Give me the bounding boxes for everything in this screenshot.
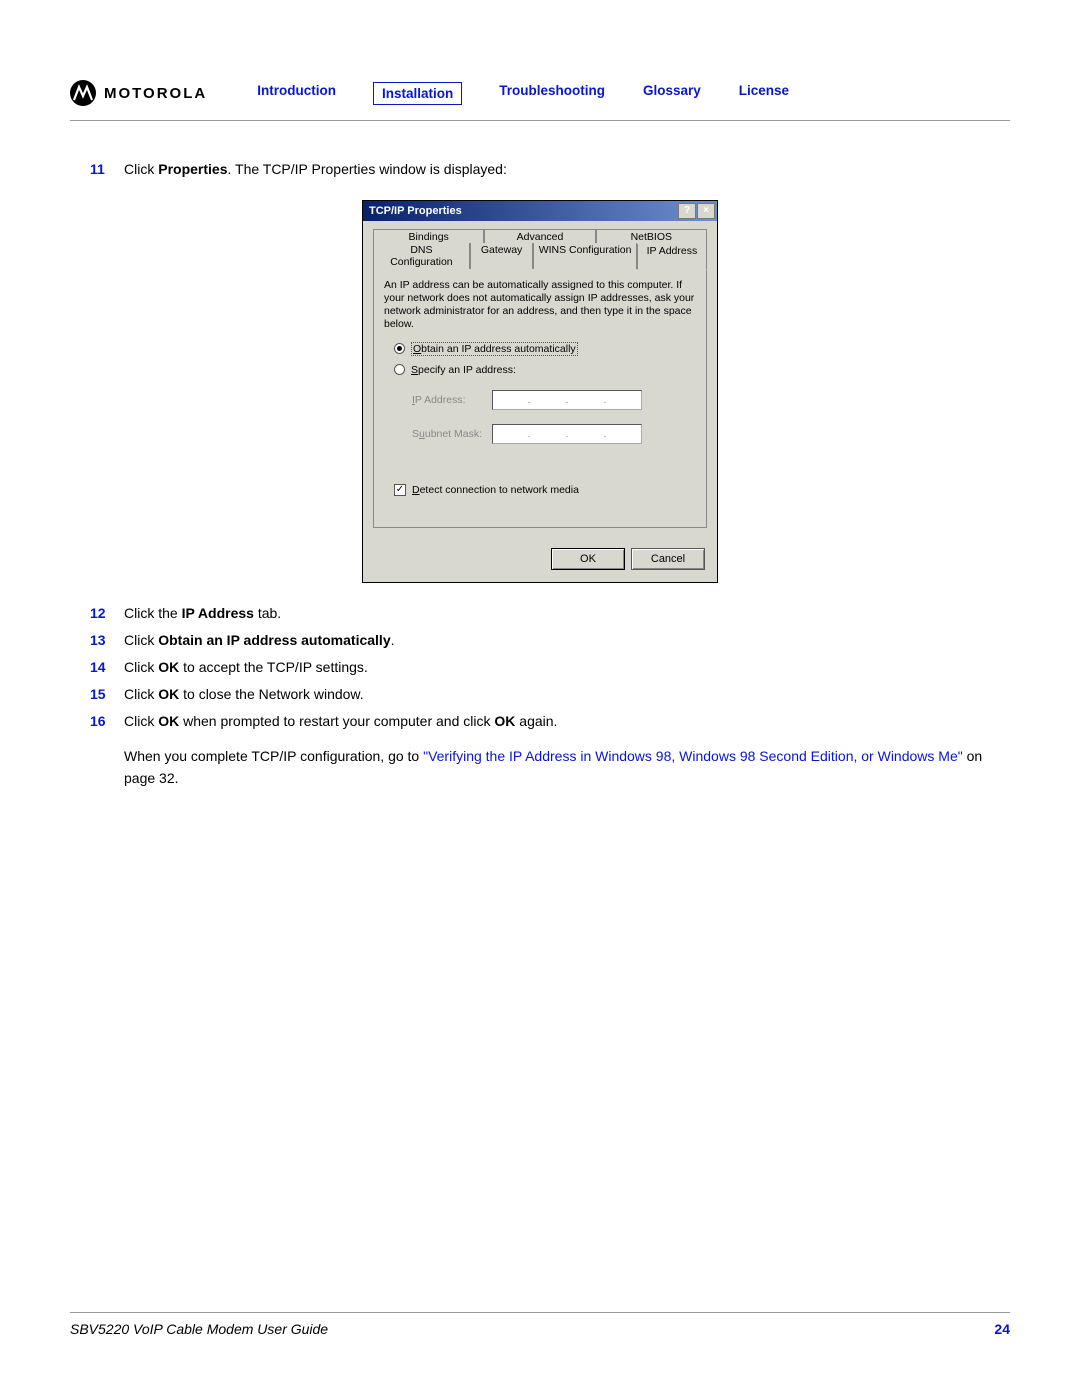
dialog-description: An IP address can be automatically assig… bbox=[384, 279, 696, 332]
accel: S bbox=[411, 364, 418, 376]
t: Click bbox=[124, 659, 158, 675]
text: Click bbox=[124, 161, 158, 177]
tb: Obtain an IP address automatically bbox=[158, 632, 390, 648]
step-text: Click Obtain an IP address automatically… bbox=[124, 630, 990, 651]
tabs-row-1: Bindings Advanced NetBIOS bbox=[373, 229, 707, 244]
text-bold: Properties bbox=[158, 161, 227, 177]
dialog-title-text: TCP/IP Properties bbox=[369, 205, 462, 217]
step-14: 14 Click OK to accept the TCP/IP setting… bbox=[90, 657, 990, 678]
brand-text: MOTOROLA bbox=[104, 85, 207, 102]
label: pecify an IP address: bbox=[418, 364, 516, 376]
cancel-button[interactable]: Cancel bbox=[631, 548, 705, 570]
label: btain an IP address automatically bbox=[421, 343, 575, 355]
step-text: Click OK when prompted to restart your c… bbox=[124, 711, 990, 732]
tab-dns[interactable]: DNS Configuration bbox=[373, 243, 470, 269]
nav-troubleshooting[interactable]: Troubleshooting bbox=[499, 83, 605, 104]
ip-address-input[interactable]: ... bbox=[492, 390, 642, 410]
radio-icon[interactable] bbox=[394, 343, 405, 354]
tab-bindings[interactable]: Bindings bbox=[373, 229, 484, 244]
page-number: 24 bbox=[994, 1321, 1010, 1337]
step-13: 13 Click Obtain an IP address automatica… bbox=[90, 630, 990, 651]
label: P Address: bbox=[415, 394, 466, 406]
t: to close the Network window. bbox=[179, 686, 363, 702]
t: tab. bbox=[254, 605, 281, 621]
tb: OK bbox=[494, 713, 515, 729]
t: . bbox=[391, 632, 395, 648]
verify-ip-link[interactable]: "Verifying the IP Address in Windows 98,… bbox=[423, 748, 963, 764]
closing-paragraph: When you complete TCP/IP configuration, … bbox=[124, 746, 990, 789]
screenshot-tcpip-dialog: TCP/IP Properties ? × Bindings Advanced … bbox=[90, 200, 990, 583]
tb: OK bbox=[158, 713, 179, 729]
step-number: 14 bbox=[90, 657, 124, 678]
step-16: 16 Click OK when prompted to restart you… bbox=[90, 711, 990, 732]
dialog-button-row: OK Cancel bbox=[363, 538, 717, 582]
detect-media-checkbox-row[interactable]: ✓ Detect connection to network media bbox=[394, 484, 696, 496]
step-text: Click Properties. The TCP/IP Properties … bbox=[124, 159, 990, 180]
t: when prompted to restart your computer a… bbox=[179, 713, 494, 729]
step-number: 15 bbox=[90, 684, 124, 705]
nav-introduction[interactable]: Introduction bbox=[257, 83, 336, 104]
tab-panel-ip: An IP address can be automatically assig… bbox=[373, 268, 707, 528]
brand: MOTOROLA bbox=[70, 80, 207, 106]
dialog-titlebar: TCP/IP Properties ? × bbox=[363, 201, 717, 221]
motorola-logo-icon bbox=[70, 80, 96, 106]
step-11: 11 Click Properties. The TCP/IP Properti… bbox=[90, 159, 990, 180]
accel: O bbox=[413, 343, 421, 355]
nav-links: Introduction Installation Troubleshootin… bbox=[257, 83, 789, 104]
accel: D bbox=[412, 484, 420, 496]
step-number: 12 bbox=[90, 603, 124, 624]
radio-specify-ip[interactable]: Specify an IP address: bbox=[394, 364, 696, 376]
help-button[interactable]: ? bbox=[678, 203, 696, 219]
step-15: 15 Click OK to close the Network window. bbox=[90, 684, 990, 705]
label: etect connection to network media bbox=[420, 484, 579, 496]
page-content: 11 Click Properties. The TCP/IP Properti… bbox=[70, 121, 1010, 789]
tab-gateway[interactable]: Gateway bbox=[470, 243, 533, 269]
step-number: 13 bbox=[90, 630, 124, 651]
guide-title: SBV5220 VoIP Cable Modem User Guide bbox=[70, 1321, 328, 1337]
tb: IP Address bbox=[182, 605, 254, 621]
tab-wins[interactable]: WINS Configuration bbox=[533, 243, 637, 269]
step-text: Click OK to accept the TCP/IP settings. bbox=[124, 657, 990, 678]
nav-license[interactable]: License bbox=[739, 83, 789, 104]
checkbox-icon[interactable]: ✓ bbox=[394, 484, 406, 496]
tab-netbios[interactable]: NetBIOS bbox=[596, 229, 707, 244]
tab-advanced[interactable]: Advanced bbox=[484, 229, 595, 244]
t: Click bbox=[124, 713, 158, 729]
t: Click bbox=[124, 632, 158, 648]
radio-obtain-auto[interactable]: Obtain an IP address automatically bbox=[394, 342, 696, 356]
tb: OK bbox=[158, 659, 179, 675]
nav-glossary[interactable]: Glossary bbox=[643, 83, 701, 104]
label: ubnet Mask: bbox=[425, 428, 482, 440]
step-text: Click the IP Address tab. bbox=[124, 603, 990, 624]
accel: S bbox=[412, 428, 419, 440]
tb: OK bbox=[158, 686, 179, 702]
subnet-mask-input[interactable]: ... bbox=[492, 424, 642, 444]
radio-icon[interactable] bbox=[394, 364, 405, 375]
t: to accept the TCP/IP settings. bbox=[179, 659, 368, 675]
t: again. bbox=[515, 713, 557, 729]
ok-button[interactable]: OK bbox=[551, 548, 625, 570]
t: Click bbox=[124, 686, 158, 702]
text: . The TCP/IP Properties window is displa… bbox=[227, 161, 506, 177]
t: When you complete TCP/IP configuration, … bbox=[124, 748, 423, 764]
step-text: Click OK to close the Network window. bbox=[124, 684, 990, 705]
nav-installation[interactable]: Installation bbox=[374, 83, 461, 104]
tab-ip-address[interactable]: IP Address bbox=[637, 244, 707, 270]
step-number: 11 bbox=[90, 159, 124, 180]
step-number: 16 bbox=[90, 711, 124, 732]
t: Click the bbox=[124, 605, 182, 621]
ip-address-field: IP Address: ... bbox=[412, 390, 696, 410]
step-12: 12 Click the IP Address tab. bbox=[90, 603, 990, 624]
header-bar: MOTOROLA Introduction Installation Troub… bbox=[70, 80, 1010, 121]
page-footer: SBV5220 VoIP Cable Modem User Guide 24 bbox=[70, 1312, 1010, 1337]
subnet-mask-field: Suubnet Mask: ... bbox=[412, 424, 696, 444]
tcpip-properties-dialog: TCP/IP Properties ? × Bindings Advanced … bbox=[362, 200, 718, 583]
close-button[interactable]: × bbox=[697, 203, 715, 219]
tabs-row-2: DNS Configuration Gateway WINS Configura… bbox=[373, 243, 707, 269]
